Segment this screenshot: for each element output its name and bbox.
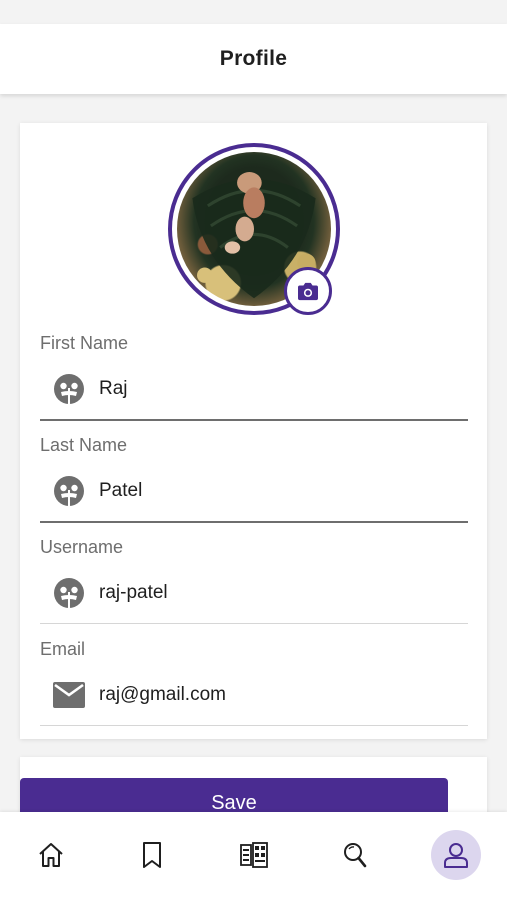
first-name-value: Raj — [99, 378, 128, 399]
nav-bookmarks[interactable] — [127, 830, 177, 880]
last-name-value: Patel — [99, 480, 143, 501]
nav-home[interactable] — [26, 830, 76, 880]
last-name-input[interactable]: Patel — [40, 463, 468, 519]
email-input[interactable]: raj@gmail.com — [40, 667, 468, 723]
envelope-icon — [53, 679, 85, 711]
profile-card: First Name Raj Last Name Patel Username … — [20, 123, 487, 739]
bottom-navigation — [0, 812, 507, 900]
user-face-icon — [53, 373, 85, 405]
camera-icon — [298, 282, 318, 301]
home-icon — [39, 843, 63, 867]
nav-news[interactable] — [229, 830, 279, 880]
email-underline — [40, 725, 468, 726]
user-face-icon — [53, 475, 85, 507]
profile-icon — [444, 843, 468, 868]
change-photo-button[interactable] — [284, 267, 332, 315]
search-icon — [344, 843, 367, 868]
top-app-bar: Profile — [0, 24, 507, 94]
nav-search[interactable] — [330, 830, 380, 880]
username-value: raj-patel — [99, 582, 168, 603]
news-grid-icon — [240, 842, 268, 868]
username-input[interactable]: raj-patel — [40, 565, 468, 621]
page-title: Profile — [219, 47, 288, 70]
username-label: Username — [40, 537, 124, 557]
first-name-label: First Name — [40, 333, 129, 353]
username-underline — [40, 623, 468, 624]
first-name-input[interactable]: Raj — [40, 361, 468, 417]
last-name-underline — [40, 521, 468, 523]
first-name-underline — [40, 419, 468, 421]
email-value: raj@gmail.com — [99, 684, 226, 705]
status-bar — [0, 0, 507, 24]
bookmark-icon — [143, 842, 161, 868]
nav-profile[interactable] — [431, 830, 481, 880]
last-name-label: Last Name — [40, 435, 128, 455]
email-label: Email — [40, 639, 86, 659]
user-face-icon — [53, 577, 85, 609]
